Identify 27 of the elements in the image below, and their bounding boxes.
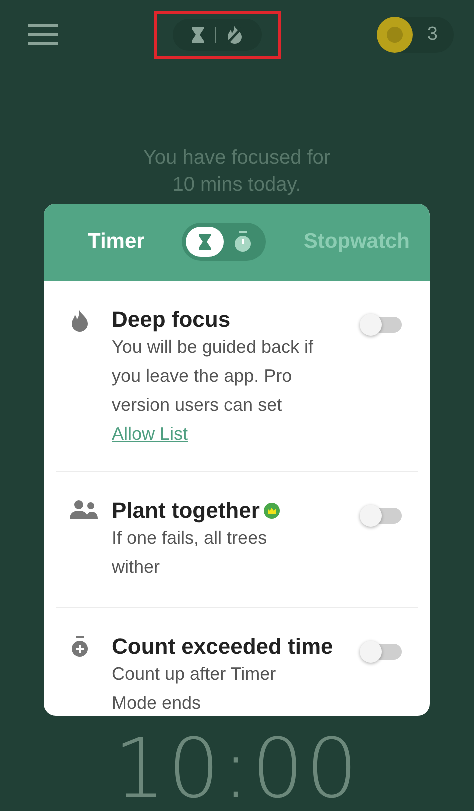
option-description: If one fails, all trees wither	[112, 527, 268, 580]
hourglass-icon	[198, 233, 212, 252]
option-title: Plant together	[112, 498, 260, 524]
allow-list-link[interactable]: Allow List	[112, 420, 188, 449]
mode-switch[interactable]	[182, 223, 266, 262]
mode-indicator[interactable]	[173, 19, 262, 51]
timer-display: 10:00	[114, 722, 360, 811]
option-toggle[interactable]	[362, 316, 402, 333]
mode-tab[interactable]: Stopwatch	[304, 230, 410, 254]
hourglass-icon	[191, 26, 206, 44]
flame-off-icon	[226, 25, 244, 45]
people-icon	[70, 500, 98, 520]
crown-badge-icon	[264, 503, 280, 520]
option-description: Count up after Timer Mode ends	[112, 663, 278, 715]
mode-tab[interactable]: Timer	[88, 230, 145, 254]
stopwatch-plus-icon	[70, 636, 90, 658]
option-title: Count exceeded time	[112, 634, 334, 660]
option-toggle[interactable]	[362, 508, 402, 524]
coin-counter[interactable]: 3	[377, 17, 454, 53]
option-toggle[interactable]	[362, 644, 402, 660]
flame-icon	[70, 308, 90, 333]
stopwatch-icon	[233, 231, 254, 254]
coin-icon	[377, 17, 414, 53]
menu-icon[interactable]	[28, 24, 58, 46]
option-description: You will be guided back if you leave the app. Pro version users can set	[112, 336, 314, 417]
coin-count: 3	[427, 24, 438, 46]
option-title: Deep focus	[112, 306, 231, 333]
